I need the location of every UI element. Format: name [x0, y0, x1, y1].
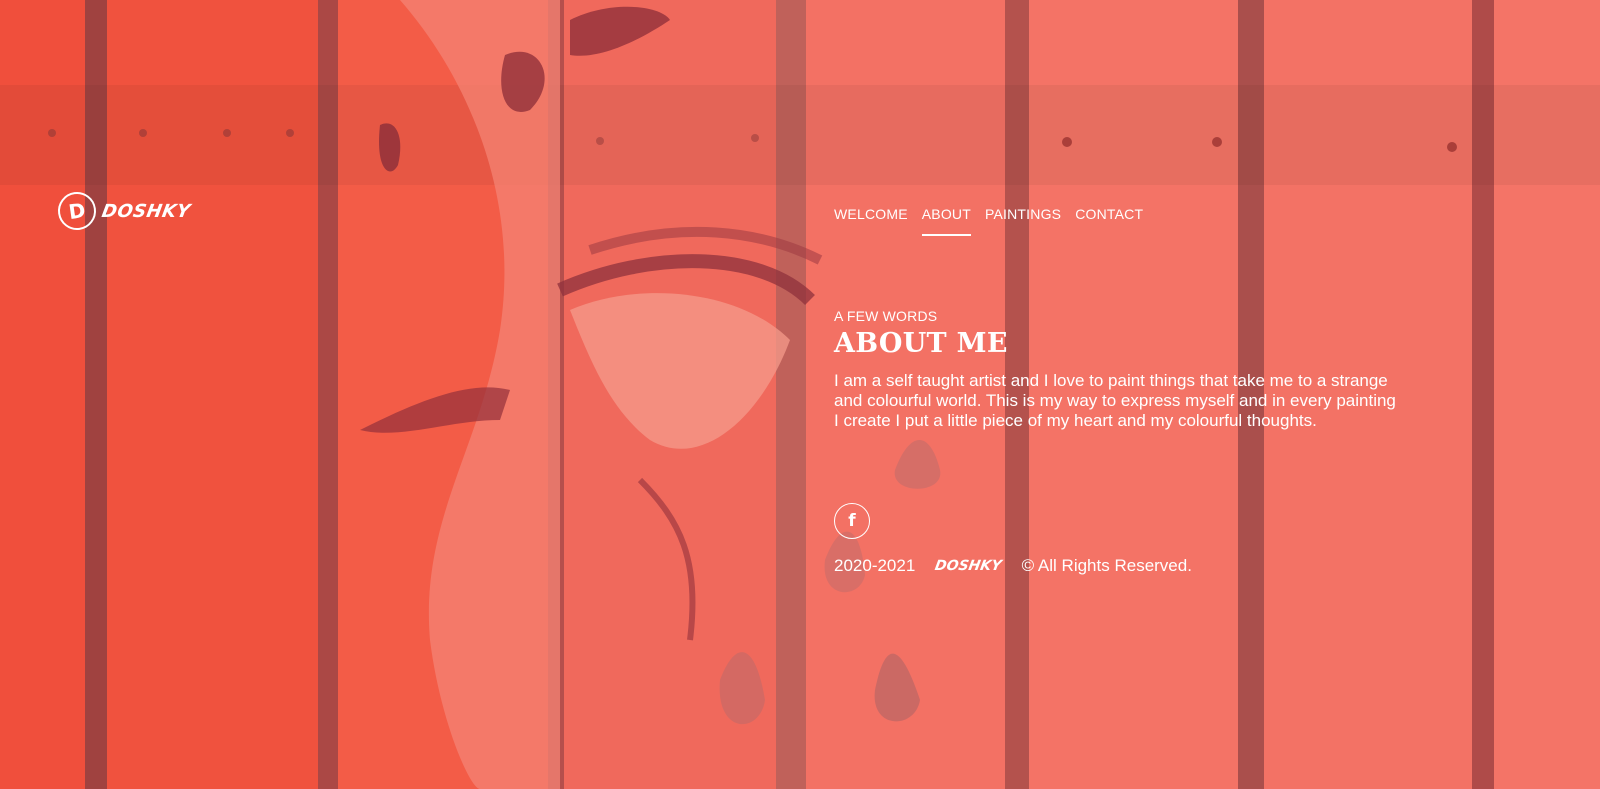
facebook-button[interactable]: f	[834, 503, 870, 539]
nav-item-welcome[interactable]: WELCOME	[834, 206, 908, 236]
nav-item-about[interactable]: ABOUT	[921, 206, 972, 236]
facebook-icon: f	[848, 511, 856, 531]
footer-brand-logo: DOSHKY	[933, 558, 1004, 574]
about-text: I am a self taught artist and I love to …	[834, 371, 1396, 430]
page-title: ABOUT ME	[834, 328, 1008, 359]
site-logo[interactable]: D DOSHKY	[55, 189, 193, 233]
nav-item-contact[interactable]: CONTACT	[1075, 206, 1143, 236]
footer: 2020-2021 DOSHKY © All Rights Reserved.	[834, 556, 1192, 576]
section-eyebrow: A FEW WORDS	[834, 308, 938, 324]
logo-wordmark: DOSHKY	[100, 200, 193, 222]
footer-rights: © All Rights Reserved.	[1021, 556, 1192, 575]
nav-item-paintings[interactable]: PAINTINGS	[985, 206, 1061, 236]
logo-mark-icon: D	[55, 189, 99, 233]
main-nav: WELCOME ABOUT PAINTINGS CONTACT	[834, 206, 1143, 236]
about-section: A FEW WORDS ABOUT ME I am a self taught …	[834, 308, 1404, 431]
footer-years: 2020-2021	[834, 556, 916, 575]
